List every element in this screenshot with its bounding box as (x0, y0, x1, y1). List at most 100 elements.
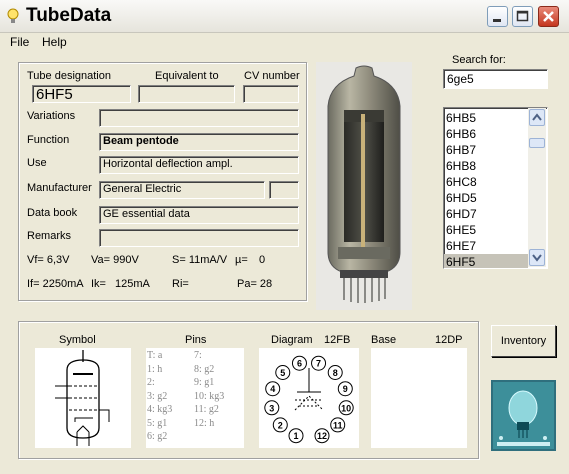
diagram-pin: 12 (314, 428, 330, 444)
cv-number-field[interactable] (243, 85, 299, 103)
function-field[interactable]: Beam pentode (99, 133, 299, 151)
svg-text:4: 4 (270, 384, 275, 394)
close-button[interactable] (538, 6, 559, 27)
spec-va: Va= 990V (91, 254, 139, 266)
chevron-up-icon (532, 113, 542, 121)
svg-text:9: 9 (343, 384, 348, 394)
databook-field[interactable]: GE essential data (99, 206, 299, 224)
diagram-pin: 2 (272, 417, 288, 433)
remarks-field[interactable] (99, 229, 299, 247)
list-item[interactable]: 6HE7 (444, 238, 528, 254)
tube-logo (491, 380, 556, 451)
equivalent-field[interactable] (138, 85, 235, 103)
diagram-code: 12FB (324, 334, 351, 346)
svg-text:10: 10 (341, 403, 351, 413)
tube-list[interactable]: 6HB5 6HB6 6HB7 6HB8 6HC8 6HD5 6HD7 6HE5 6HE7 6HF5 (443, 107, 548, 269)
scroll-thumb[interactable] (529, 138, 545, 148)
search-input[interactable]: 6ge5 (443, 69, 548, 89)
maximize-icon (516, 10, 529, 22)
maximize-button[interactable] (512, 6, 533, 27)
use-field[interactable]: Horizontal deflection ampl. (99, 156, 299, 174)
diagram-pin: 11 (330, 417, 346, 433)
diagram-pin: 3 (264, 400, 280, 416)
svg-text:2: 2 (278, 420, 283, 430)
pins-label: Pins (185, 334, 207, 346)
list-item[interactable]: 6HD7 (444, 206, 528, 222)
spec-vf: Vf= 6,3V (27, 254, 70, 266)
list-scrollbar[interactable] (528, 108, 546, 267)
equivalent-label: Equivalent to (155, 70, 219, 82)
diagram-pin: 4 (265, 381, 281, 397)
svg-text:5: 5 (280, 368, 285, 378)
list-item[interactable]: 6HD5 (444, 190, 528, 206)
tube-symbol (35, 348, 131, 448)
pin-entry: 4: kg3 (147, 404, 173, 415)
pin-entry: 10: kg3 (194, 390, 225, 402)
pin-entry: 3: g2 (147, 390, 168, 402)
pin-entry: T: a (147, 350, 163, 361)
pin-entry: 2: (147, 377, 155, 388)
svg-text:3: 3 (269, 403, 274, 413)
pin-entry: 6: g2 (147, 431, 168, 442)
manufacturer-field[interactable]: General Electric (99, 181, 265, 199)
pin-entry: 11: g2 (194, 404, 219, 415)
close-icon (543, 11, 554, 22)
manufacturer-label: Manufacturer (27, 182, 92, 194)
tube-designation-field[interactable]: 6HF5 (32, 85, 131, 103)
manufacturer-code-field[interactable] (269, 181, 299, 199)
spec-ik: Ik= (91, 278, 106, 290)
minimize-button[interactable] (487, 6, 508, 27)
base-label: Base (371, 334, 397, 346)
minimize-icon (493, 19, 501, 22)
scroll-down-button[interactable] (529, 249, 545, 266)
svg-text:11: 11 (333, 420, 343, 430)
menu-help[interactable]: Help (42, 35, 67, 49)
chevron-down-icon (532, 254, 542, 262)
pin-diagram: 1 2 3 4 5 6 7 8 9 10 11 12 (259, 348, 359, 448)
inventory-button[interactable]: Inventory (491, 325, 556, 357)
list-item[interactable]: 6HB6 (444, 126, 528, 142)
lightbulb-icon (6, 8, 20, 24)
list-item[interactable]: 6HE5 (444, 222, 528, 238)
diagram-pin: 1 (288, 428, 304, 444)
svg-text:7: 7 (316, 359, 321, 369)
variations-label: Variations (27, 110, 76, 122)
diagram-pin: 8 (327, 364, 343, 380)
pin-entry: 5: g1 (147, 417, 168, 429)
base-box (371, 348, 467, 448)
list-item[interactable]: 6HB7 (444, 142, 528, 158)
function-label: Function (27, 134, 70, 146)
menu-file[interactable]: File (10, 35, 29, 49)
spec-pa: Pa= 28 (237, 278, 273, 290)
pin-entry: 12: h (194, 417, 215, 429)
scroll-up-button[interactable] (529, 109, 545, 126)
remarks-label: Remarks (27, 230, 72, 242)
svg-text:6: 6 (297, 359, 302, 369)
base-code: 12DP (435, 334, 463, 346)
spec-mu-value: 0 (259, 254, 266, 266)
svg-text:8: 8 (333, 368, 338, 378)
pin-entry: 1: h (147, 363, 163, 375)
spec-ri: Ri= (172, 278, 189, 290)
spec-ik-value: 125mA (115, 278, 150, 290)
diagram-pin: 5 (275, 364, 291, 380)
tube-photo (316, 62, 412, 310)
list-item[interactable]: 6HB5 (444, 110, 528, 126)
list-item[interactable]: 6HF5 (444, 254, 528, 268)
spec-if: If= 2250mA (27, 278, 84, 290)
use-label: Use (27, 157, 47, 169)
search-label: Search for: (452, 54, 506, 66)
list-item[interactable]: 6HB8 (444, 158, 528, 174)
pin-entry: 8: g2 (194, 363, 215, 375)
diagram-pin: 7 (311, 355, 327, 371)
diagram-pin: 9 (337, 381, 353, 397)
pin-entry: 7: (194, 350, 202, 361)
spec-s: S= 11mA/V (172, 254, 228, 266)
svg-text:12: 12 (317, 431, 327, 441)
window-title: TubeData (26, 5, 112, 26)
variations-field[interactable] (99, 109, 299, 127)
list-item[interactable]: 6HC8 (444, 174, 528, 190)
spec-mu: µ= (235, 254, 248, 266)
databook-label: Data book (27, 207, 78, 219)
svg-text:1: 1 (293, 431, 298, 441)
